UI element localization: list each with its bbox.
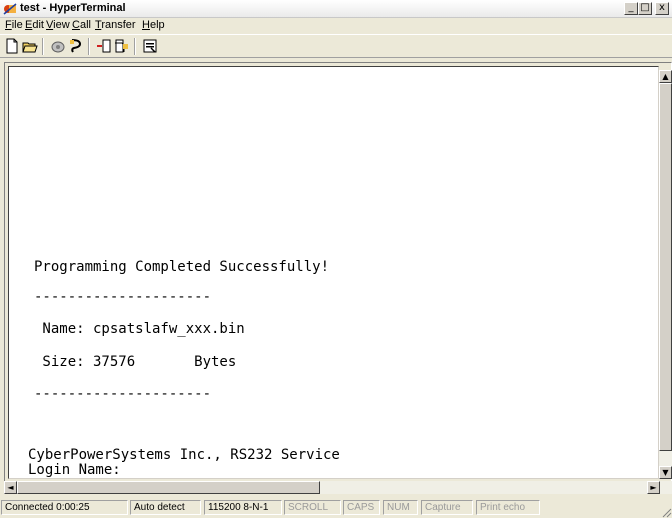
menu-view-label: iew [53,19,70,31]
scroll-left-button[interactable]: ◄ [4,481,17,494]
menu-call-mnemonic: C [72,19,80,31]
scroll-right-button[interactable]: ► [647,481,660,494]
scroll-down-button[interactable]: ▼ [659,466,672,479]
menu-edit-label: dit [32,19,44,31]
menu-help-label: elp [149,19,165,31]
status-scroll: SCROLL [284,500,341,515]
title-bar[interactable]: test - HyperTerminal _ □ x [0,0,672,18]
receive-icon[interactable] [114,38,130,54]
menu-transfer-label: ransfer [101,19,136,31]
terminal-line-separator: --------------------- [34,386,212,402]
toolbar-separator [42,38,44,55]
vertical-scroll-thumb[interactable] [659,83,672,451]
status-detect: Auto detect [130,500,201,515]
status-settings: 115200 8-N-1 [204,500,282,515]
open-icon[interactable] [22,38,38,54]
disconnect-icon[interactable] [68,38,84,54]
menu-edit[interactable]: Edit [25,19,44,31]
menu-transfer[interactable]: Transfer [95,19,136,31]
terminal-line-company: CyberPowerSystems Inc., RS232 Service [28,447,340,463]
terminal-line-name: Name: cpsatslafw_xxx.bin [34,321,245,337]
properties-icon[interactable] [142,38,158,54]
terminal-line-programming: Programming Completed Successfully! [34,259,330,275]
send-icon[interactable] [96,38,112,54]
status-connected: Connected 0:00:25 [1,500,128,515]
new-icon[interactable] [4,38,20,54]
status-caps: CAPS [343,500,380,515]
terminal-line-size: Size: 37576 Bytes [34,354,237,370]
horizontal-scroll-thumb[interactable] [17,481,320,494]
menu-file-mnemonic: F [5,19,12,31]
close-button[interactable]: x [655,2,669,15]
call-icon[interactable] [50,38,66,54]
status-print-echo: Print echo [476,500,540,515]
menu-call-label: all [79,19,91,31]
menu-file[interactable]: File [5,19,23,31]
status-capture: Capture [421,500,473,515]
window-title: test - HyperTerminal [20,2,126,14]
horizontal-scrollbar[interactable]: ◄ ► [4,481,672,494]
toolbar-separator [134,38,136,55]
maximize-button[interactable]: □ [638,2,652,15]
hyperterminal-icon [3,3,17,15]
toolbar [0,34,672,58]
scroll-up-button[interactable]: ▲ [659,70,672,83]
toolbar-separator [88,38,90,55]
terminal-screen[interactable]: Programming Completed Successfully! ----… [8,66,659,479]
vertical-scrollbar[interactable]: ▲ ▼ [659,70,672,479]
status-num: NUM [383,500,418,515]
resize-grip-icon[interactable] [660,506,672,518]
menu-file-label: ile [11,19,23,31]
menu-bar: File Edit View Call Transfer Help [0,18,672,34]
terminal-line-login: Login Name: [28,462,121,478]
status-bar: Connected 0:00:25 Auto detect 115200 8-N… [0,498,672,518]
menu-view[interactable]: View [46,19,70,31]
menu-help[interactable]: Help [142,19,165,31]
menu-call[interactable]: Call [72,19,91,31]
terminal-line-separator: --------------------- [34,289,212,305]
menu-help-mnemonic: H [142,19,150,31]
minimize-button[interactable]: _ [624,2,638,15]
